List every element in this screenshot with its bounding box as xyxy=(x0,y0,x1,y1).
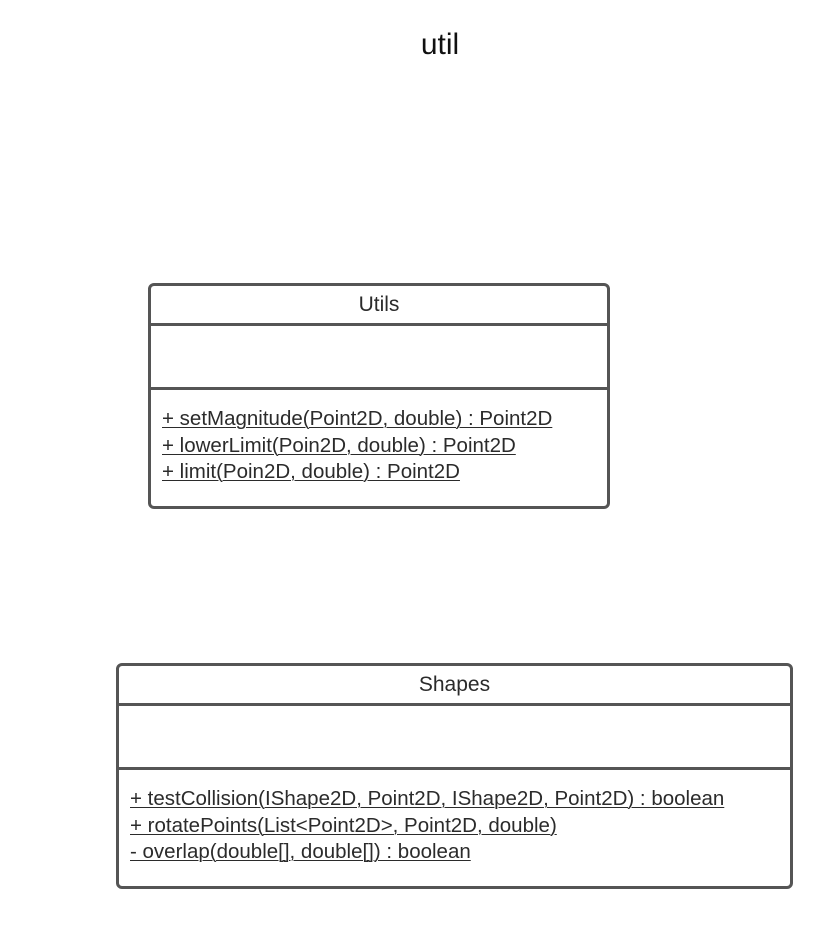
operation-set-magnitude: + setMagnitude(Point2D, double) : Point2… xyxy=(162,407,553,430)
class-box-utils[interactable]: Utils + setMagnitude(Point2D, double) : … xyxy=(148,283,610,509)
operation-rotate-points: + rotatePoints(List<Point2D>, Point2D, d… xyxy=(130,813,557,837)
class-box-shapes[interactable]: Shapes + testCollision(IShape2D, Point2D… xyxy=(116,663,793,889)
operation-test-collision: + testCollision(IShape2D, Point2D, IShap… xyxy=(130,787,725,810)
package-title: util xyxy=(420,28,460,61)
operations-compartment: + testCollision(IShape2D, Point2D, IShap… xyxy=(119,770,790,866)
operations-compartment: + setMagnitude(Point2D, double) : Point2… xyxy=(151,390,607,486)
class-name: Shapes xyxy=(119,666,790,706)
class-name: Utils xyxy=(151,286,607,326)
operation-lower-limit: + lowerLimit(Poin2D, double) : Point2D xyxy=(162,433,516,457)
operation-limit: + limit(Poin2D, double) : Point2D xyxy=(162,460,460,483)
operation-overlap: - overlap(double[], double[]) : boolean xyxy=(130,840,471,863)
attributes-compartment xyxy=(151,326,607,390)
attributes-compartment xyxy=(119,706,790,770)
